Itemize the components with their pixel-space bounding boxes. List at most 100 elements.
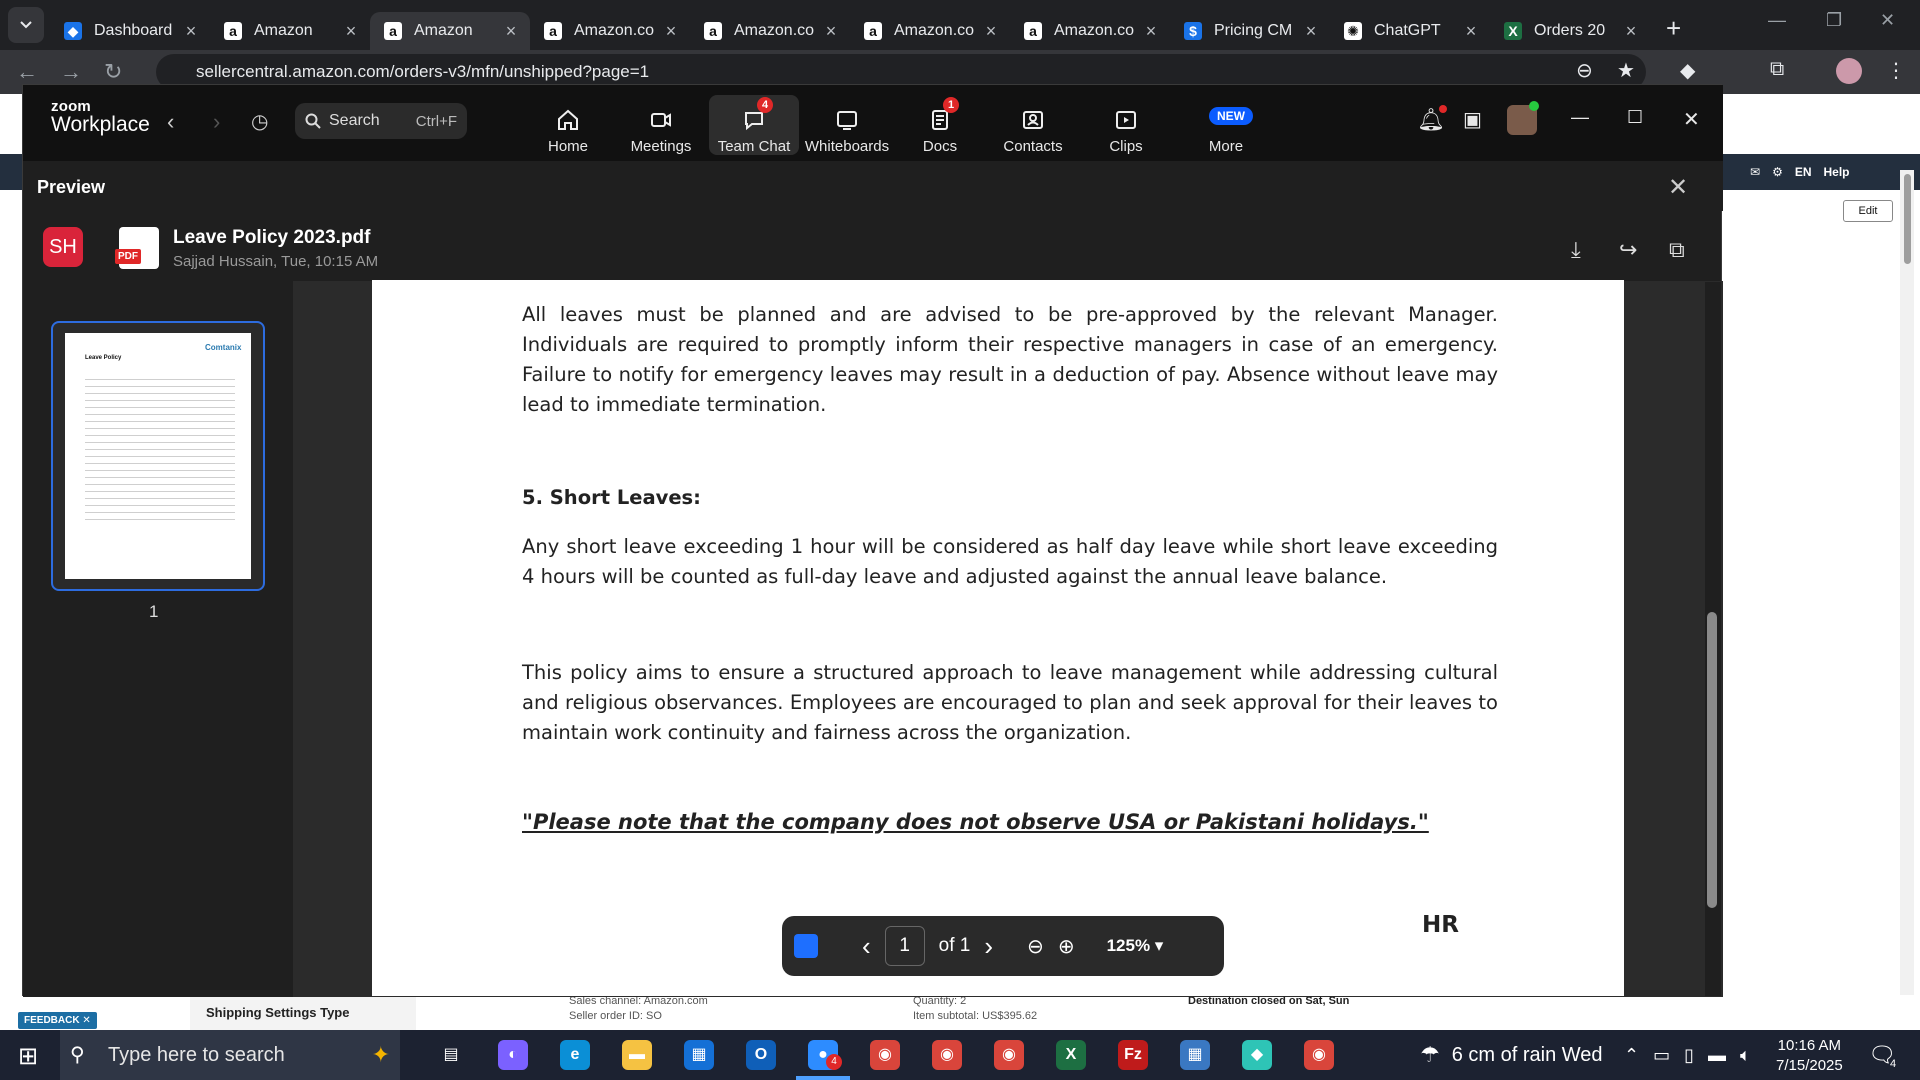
browser-tab[interactable]: a Amazon.co × [850,12,1010,50]
zoom-out-page-icon[interactable]: ⊖ [1027,934,1044,959]
new-tab-button[interactable]: + [1666,13,1681,44]
language-select[interactable]: EN [1795,165,1812,179]
browser-tab[interactable]: a Amazon.co × [690,12,850,50]
browser-tab[interactable]: a Amazon × [210,12,370,50]
browser-tab[interactable]: ◆ Dashboard × [50,12,210,50]
battery-icon[interactable]: ▬ [1708,1045,1726,1066]
outlook-icon[interactable]: O [746,1040,776,1070]
pdf-file-icon: PDF [115,227,159,269]
nav-whiteboards[interactable]: Whiteboards [802,95,892,155]
tab-close-icon[interactable]: × [662,21,680,42]
browser-tab[interactable]: $ Pricing CM × [1170,12,1330,50]
taskbar-search[interactable]: Type here to search ✦ [60,1030,400,1080]
zoom-close-icon[interactable]: ✕ [1683,107,1700,132]
preview-close-icon[interactable]: ✕ [1668,173,1688,202]
profile-avatar[interactable] [1836,58,1862,84]
bookmark-star-icon[interactable]: ★ [1617,58,1635,83]
settings-gear-icon[interactable]: ⚙ [1772,165,1783,179]
edge-icon[interactable]: e [560,1040,590,1070]
sender-avatar[interactable]: SH [43,227,83,267]
weather-widget[interactable]: ☂ 6 cm of rain Wed [1420,1030,1603,1080]
browser-tab[interactable]: a Amazon.co × [530,12,690,50]
new-badge: NEW [1209,107,1253,125]
volume-icon[interactable]: 🔈︎ [1740,1045,1751,1066]
tray-overflow-icon[interactable]: ⌃ [1624,1045,1639,1066]
thumbnail-text-lines [85,373,235,523]
amazon-edit-button[interactable]: Edit [1843,200,1893,222]
zoom-forward-icon[interactable]: › [213,109,220,135]
windows-start-icon[interactable]: ⊞ [18,1042,38,1071]
share-icon[interactable]: ↪ [1619,237,1637,263]
minimize-icon[interactable]: — [1768,10,1786,31]
mail-icon[interactable]: ✉ [1750,165,1760,179]
back-icon[interactable]: ← [16,59,44,85]
extensions-puzzle-icon[interactable]: ⧉ [1770,58,1784,81]
clock[interactable]: 10:16 AM 7/15/2025 [1776,1036,1843,1076]
chrome-menu-icon[interactable]: ⋮ [1886,58,1906,83]
extension-icon[interactable]: ◆ [1680,58,1695,83]
zoom-minimize-icon[interactable]: — [1571,107,1589,128]
download-icon[interactable]: ⤓ [1571,237,1581,263]
zoom-back-icon[interactable]: ‹ [167,109,174,135]
nav-docs[interactable]: Docs 1 [895,95,985,155]
open-external-icon[interactable]: ⧉ [1669,237,1685,263]
zoom-maximize-icon[interactable]: ☐ [1627,107,1643,128]
nav-meetings[interactable]: Meetings [616,95,706,155]
zoom-in-page-icon[interactable]: ⊕ [1058,934,1075,959]
previous-page-icon[interactable]: ‹ [862,931,871,962]
forward-icon[interactable]: → [60,59,88,85]
amazon-scrollbar-thumb[interactable] [1904,174,1911,264]
history-icon[interactable]: ◷ [251,109,268,134]
page-number-input[interactable]: 1 [884,926,925,966]
nav-home[interactable]: Home [523,95,613,155]
tab-close-icon[interactable]: × [1462,21,1480,42]
store-icon[interactable]: ▦ [684,1040,714,1070]
close-window-icon[interactable]: ✕ [1880,10,1895,31]
shipping-settings-header: Shipping Settings Type [206,1005,350,1020]
copilot-icon[interactable]: ◐ [498,1040,528,1070]
nav-team-chat[interactable]: Team Chat 4 [709,95,799,155]
sidebar-toggle-icon[interactable] [794,934,818,958]
task-view-icon[interactable]: ▤ [436,1040,466,1070]
excel-taskbar-icon[interactable]: X [1056,1040,1086,1070]
tab-close-icon[interactable]: × [1622,21,1640,42]
restore-icon[interactable]: ❐ [1826,10,1842,31]
tab-close-icon[interactable]: × [1142,21,1160,42]
chrome-icon[interactable]: ◉ [870,1040,900,1070]
calculator-icon[interactable]: ▦ [1180,1040,1210,1070]
reload-icon[interactable]: ↻ [104,59,132,85]
feedback-button[interactable]: FEEDBACK ✕ [18,1012,97,1029]
tab-close-icon[interactable]: × [502,21,520,42]
tab-search-button[interactable] [8,7,44,43]
zoom-search[interactable]: Search Ctrl+F [295,103,467,139]
browser-tab[interactable]: X Orders 20 × [1490,12,1650,50]
zoom-out-icon[interactable]: ⊖ [1576,58,1593,83]
amazon-page-right-edge [1720,94,1920,1030]
chrome-icon[interactable]: ◉ [1304,1040,1334,1070]
device-icon[interactable]: ▯ [1684,1045,1694,1066]
tab-close-icon[interactable]: × [342,21,360,42]
page-thumbnail[interactable]: Comtanix Leave Policy [51,321,265,591]
chrome-icon[interactable]: ◉ [994,1040,1024,1070]
nav-clips[interactable]: Clips [1081,95,1171,155]
tab-close-icon[interactable]: × [1302,21,1320,42]
file-explorer-icon[interactable]: ▬ [622,1040,652,1070]
tab-close-icon[interactable]: × [982,21,1000,42]
tab-close-icon[interactable]: × [822,21,840,42]
filezilla-icon[interactable]: Fz [1118,1040,1148,1070]
document-scrollbar-thumb[interactable] [1707,612,1717,908]
help-link[interactable]: Help [1824,165,1850,179]
nav-more[interactable]: More NEW [1181,95,1271,155]
zoom-level-select[interactable]: 125% ▾ [1107,936,1164,956]
tab-close-icon[interactable]: × [182,21,200,42]
chrome-icon[interactable]: ◉ [932,1040,962,1070]
app-icon[interactable]: ◆ [1242,1040,1272,1070]
browser-tab[interactable]: a Amazon × [370,12,530,50]
next-page-icon[interactable]: › [984,931,993,962]
calendar-icon[interactable]: ▣ [1463,107,1482,132]
amazon-scrollbar[interactable] [1900,170,1914,1030]
display-icon[interactable]: ▭ [1653,1045,1670,1066]
nav-contacts[interactable]: Contacts [988,95,1078,155]
browser-tab[interactable]: ✺ ChatGPT × [1330,12,1490,50]
browser-tab[interactable]: a Amazon.co × [1010,12,1170,50]
